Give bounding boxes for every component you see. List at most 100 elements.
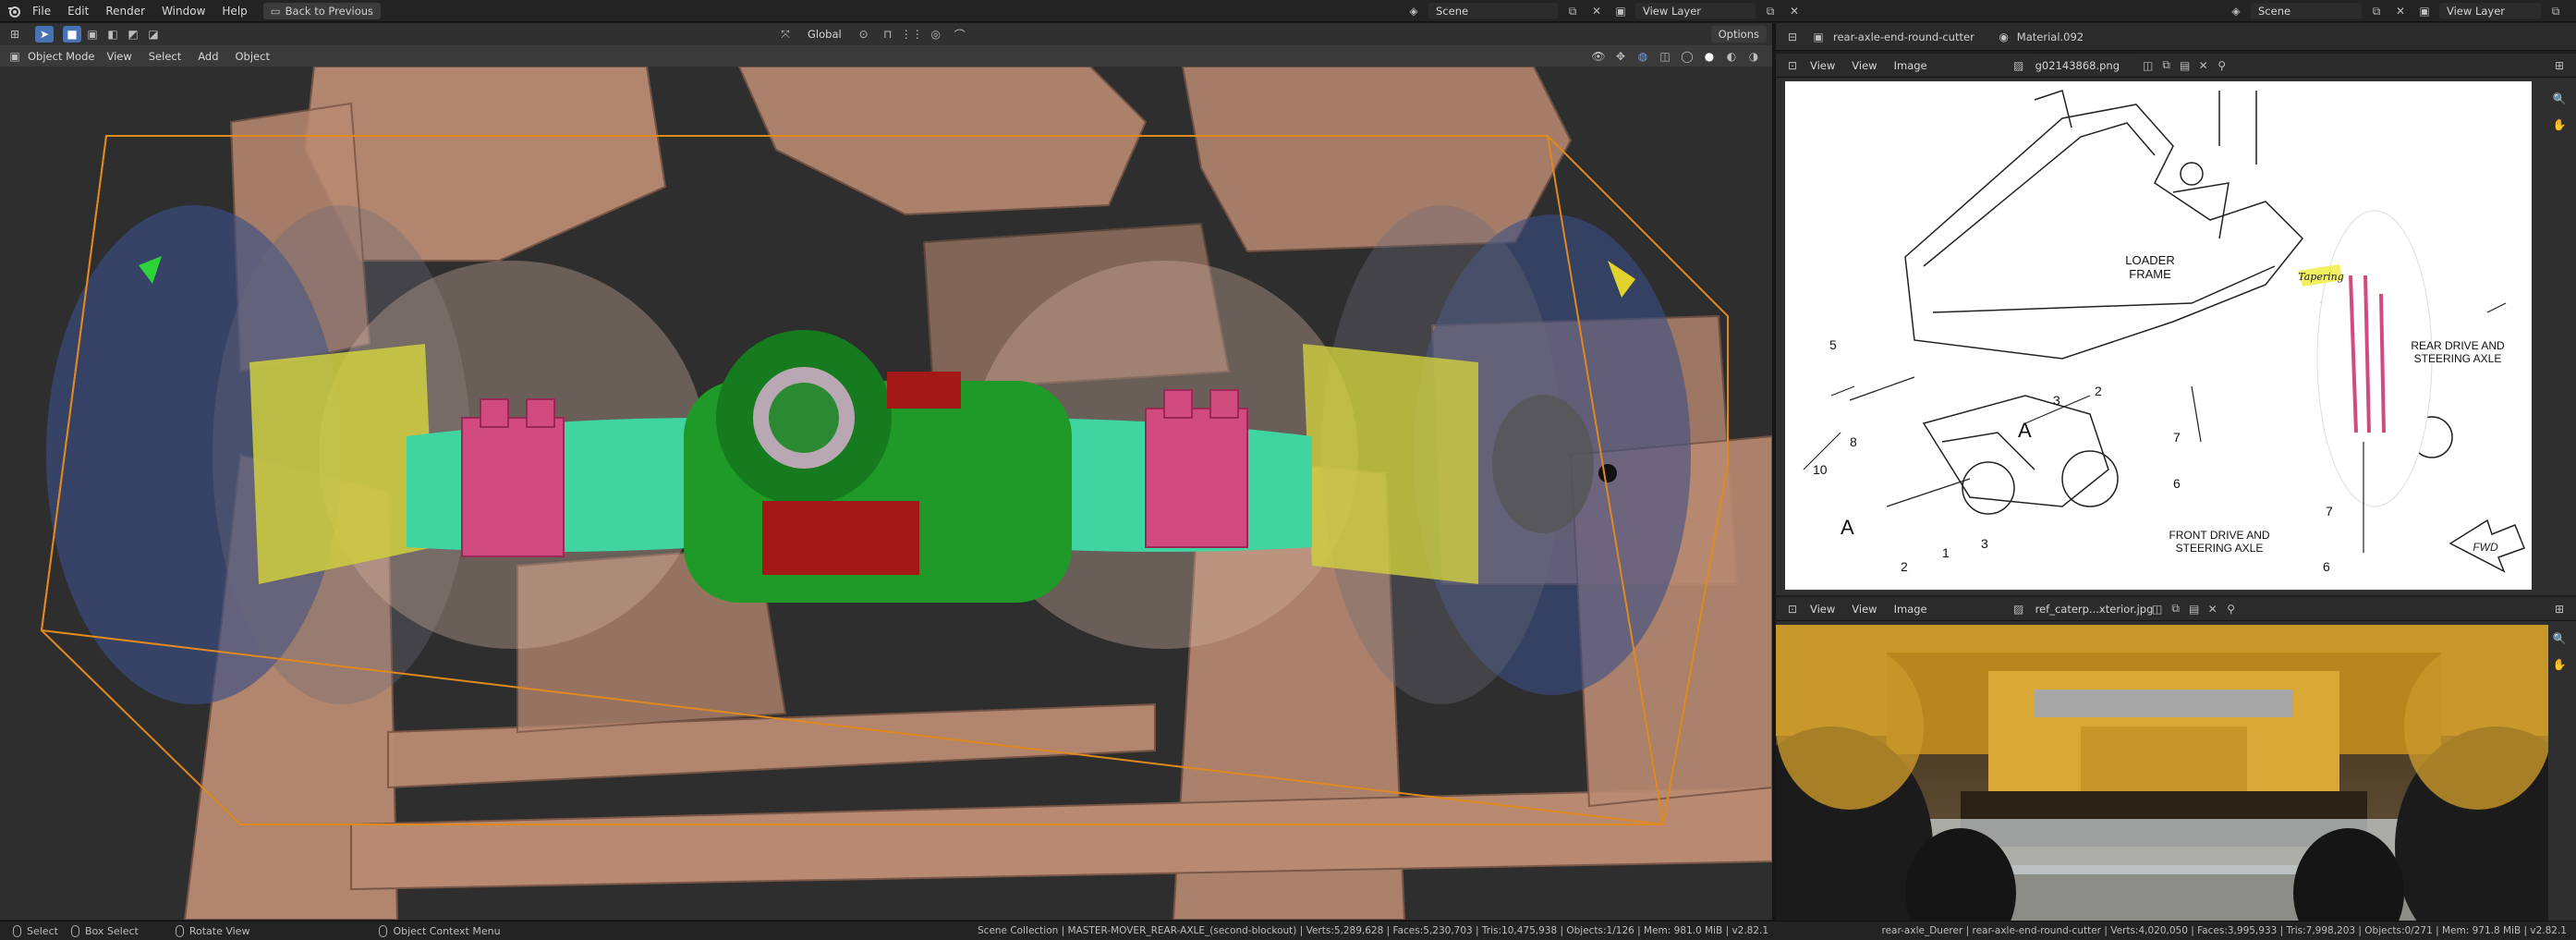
pin-icon[interactable]: ⚲ — [2213, 57, 2231, 74]
image-sidebar-toggle-icon-bottom[interactable]: ⊞ — [2550, 601, 2569, 617]
image-sidebar-toggle-icon[interactable]: ⊞ — [2550, 57, 2569, 74]
image-unlink-icon[interactable]: ✕ — [2194, 57, 2213, 74]
image-fake-user-icon-bottom[interactable]: ◫ — [2148, 601, 2167, 617]
svg-text:2: 2 — [1901, 559, 1908, 574]
visibility-icon[interactable]: 👁 — [1589, 48, 1608, 65]
view-layer-icon-right[interactable]: ▣ — [2415, 3, 2434, 19]
menu-edit[interactable]: Edit — [59, 0, 97, 21]
menu-file[interactable]: File — [24, 0, 59, 21]
new-view-layer-icon[interactable]: ⧉ — [1761, 3, 1780, 19]
top-bar: File Edit Render Window Help ▭ Back to P… — [0, 0, 2576, 22]
viewport-menu-object[interactable]: Object — [227, 46, 278, 67]
mouse-right-icon — [379, 924, 388, 937]
gizmo-icon[interactable]: ✥ — [1611, 48, 1630, 65]
xray-icon[interactable]: ◫ — [1656, 48, 1674, 65]
image-top-menu-view-mode[interactable]: View — [1802, 54, 1843, 77]
proportional-edit-icon[interactable]: ◎ — [927, 26, 945, 43]
image-browse-icon[interactable]: ▨ — [2010, 57, 2028, 74]
scene-icon[interactable]: ◈ — [1404, 3, 1423, 19]
transform-orientation-icon[interactable]: ⤧ — [776, 26, 795, 43]
shading-material-icon[interactable]: ◐ — [1722, 48, 1741, 65]
image-bottom-menu-view-mode[interactable]: View — [1802, 597, 1843, 620]
status-bar: Select Box Select Rotate View Object Con… — [0, 921, 2576, 940]
close-view-layer-icon[interactable]: ✕ — [1785, 3, 1804, 19]
menu-help[interactable]: Help — [213, 0, 255, 21]
image-name-field-top[interactable]: g02143868.png — [2027, 56, 2139, 74]
svg-text:7: 7 — [2326, 504, 2333, 519]
properties-editor-icon[interactable]: ⊟ — [1783, 29, 1802, 45]
3d-viewport[interactable]: ⊞ ➤ ■ ▣ ◧ ◩ ◪ ⤧ Global ⊙ ⊓ ⋮⋮ ◎ ⌒ Option… — [0, 23, 1772, 920]
object-data-icon[interactable]: ▣ — [1809, 29, 1828, 45]
image-new-icon-bottom[interactable]: ⧉ — [2167, 601, 2185, 617]
shading-wireframe-icon[interactable]: ◯ — [1678, 48, 1696, 65]
label-loader-frame: LOADER FRAME — [2125, 253, 2174, 281]
pin-icon-bottom[interactable]: ⚲ — [2222, 601, 2241, 617]
material-icon[interactable]: ◉ — [1995, 29, 2013, 45]
image-bottom-menu-image[interactable]: Image — [1886, 597, 1936, 620]
pan-hand-icon-bottom[interactable]: ✋ — [2550, 656, 2569, 673]
zoom-icon[interactable]: 🔍 — [2550, 91, 2569, 107]
image-top-menu-image[interactable]: Image — [1886, 54, 1936, 77]
svg-text:Tapering: Tapering — [2298, 271, 2344, 283]
new-view-layer-icon-right[interactable]: ⧉ — [2546, 3, 2565, 19]
viewport-menu-view[interactable]: View — [98, 46, 140, 67]
close-scene-icon[interactable]: ✕ — [1587, 3, 1606, 19]
right-view-layer-field[interactable]: View Layer — [2439, 3, 2541, 19]
menu-render[interactable]: Render — [97, 0, 153, 21]
viewport-menu-select[interactable]: Select — [140, 46, 189, 67]
viewport-menu-add[interactable]: Add — [189, 46, 226, 67]
object-name-label: rear-axle-end-round-cutter — [1833, 30, 1975, 43]
close-scene-icon-right[interactable]: ✕ — [2391, 3, 2410, 19]
image-name-field-bottom[interactable]: ref_caterp...xterior.jpg — [2027, 600, 2153, 617]
mode-dropdown[interactable]: Object Mode — [24, 48, 98, 65]
snap-target-icon[interactable]: ⋮⋮ — [901, 26, 923, 43]
select-mode-invert-icon[interactable]: ◩ — [124, 26, 142, 43]
pivot-point-icon[interactable]: ⊙ — [855, 26, 873, 43]
scene-icon-right[interactable]: ◈ — [2227, 3, 2245, 19]
new-scene-icon[interactable]: ⧉ — [1563, 3, 1582, 19]
image-bottom-menu-view[interactable]: View — [1843, 597, 1885, 620]
shading-solid-icon[interactable]: ● — [1700, 48, 1719, 65]
image-browse-icon-bottom[interactable]: ▨ — [2010, 601, 2028, 617]
select-mode-intersect-icon[interactable]: ◪ — [144, 26, 163, 43]
svg-text:A: A — [2018, 419, 2032, 442]
svg-text:A: A — [1841, 516, 1854, 539]
status-context-menu: Object Context Menu — [379, 924, 501, 937]
zoom-icon-bottom[interactable]: 🔍 — [2550, 630, 2569, 647]
image-editor-type-icon-bottom[interactable]: ⊡ — [1783, 601, 1802, 617]
svg-text:6: 6 — [2323, 559, 2330, 574]
right-scene-field[interactable]: Scene — [2251, 3, 2362, 19]
overlays-icon[interactable]: ◍ — [1634, 48, 1652, 65]
image-open-icon-bottom[interactable]: ▤ — [2185, 601, 2204, 617]
pan-hand-icon[interactable]: ✋ — [2550, 116, 2569, 133]
new-scene-icon-right[interactable]: ⧉ — [2367, 3, 2386, 19]
select-mode-extend-icon[interactable]: ▣ — [83, 26, 102, 43]
image-fake-user-icon[interactable]: ◫ — [2139, 57, 2157, 74]
viewport-scene[interactable] — [0, 67, 1772, 920]
object-mode-icon[interactable]: ▣ — [6, 48, 24, 65]
shading-rendered-icon[interactable]: ◑ — [1744, 48, 1763, 65]
image-unlink-icon-bottom[interactable]: ✕ — [2204, 601, 2222, 617]
image-editor-bottom[interactable]: ⊡ View View Image ▨ ref_caterp...xterior… — [1776, 597, 2576, 921]
menu-window[interactable]: Window — [153, 0, 213, 21]
close-view-layer-icon-right[interactable]: ✕ — [2570, 3, 2576, 19]
editor-type-icon[interactable]: ⊞ — [6, 26, 24, 43]
image-editor-top[interactable]: ⊡ View View Image ▨ g02143868.png ◫ ⧉ ▤ … — [1776, 54, 2576, 595]
image-top-menu-view[interactable]: View — [1843, 54, 1885, 77]
view-layer-icon[interactable]: ▣ — [1611, 3, 1630, 19]
snap-icon[interactable]: ⊓ — [879, 26, 897, 43]
options-dropdown[interactable]: Options — [1710, 26, 1767, 43]
back-to-previous-button[interactable]: ▭ Back to Previous — [262, 2, 382, 19]
select-tool-icon[interactable]: ➤ — [35, 26, 54, 43]
left-view-layer-field[interactable]: View Layer — [1635, 3, 1756, 19]
blender-logo-icon[interactable] — [4, 2, 24, 20]
proportional-falloff-icon[interactable]: ⌒ — [951, 26, 969, 43]
select-mode-subtract-icon[interactable]: ◧ — [103, 26, 122, 43]
select-mode-new-icon[interactable]: ■ — [63, 26, 81, 43]
image-editor-type-icon[interactable]: ⊡ — [1783, 57, 1802, 74]
image-new-icon[interactable]: ⧉ — [2157, 57, 2176, 74]
image-open-icon[interactable]: ▤ — [2176, 57, 2194, 74]
transform-orientation-dropdown[interactable]: Global — [800, 26, 849, 43]
left-scene-field[interactable]: Scene — [1428, 3, 1558, 19]
image-navigation-gizmo-bottom: 🔍 ✋ — [2550, 630, 2569, 673]
